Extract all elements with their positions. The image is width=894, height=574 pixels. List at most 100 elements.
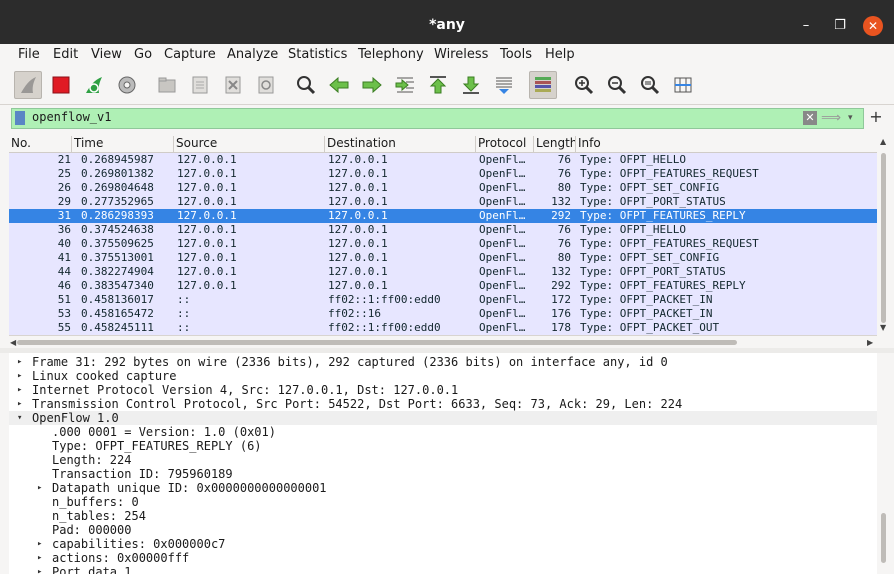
colorize-icon[interactable] xyxy=(529,71,557,99)
column-length[interactable]: Length xyxy=(533,136,576,152)
expand-arrow-icon[interactable]: ▸ xyxy=(17,383,22,397)
zoom-in-icon[interactable] xyxy=(570,71,598,99)
stop-capture-icon[interactable] xyxy=(47,71,75,99)
cell-dst: ff02::16 xyxy=(328,307,381,320)
packet-row[interactable]: 31 0.286298393 127.0.0.1 127.0.0.1 OpenFl… 29… xyxy=(9,209,877,223)
packet-list-hscroll[interactable]: ◀ ▶ xyxy=(9,335,877,349)
add-filter-button[interactable]: + xyxy=(869,107,883,126)
cell-dst: 127.0.0.1 xyxy=(328,279,388,292)
packet-list-vscroll[interactable]: ▲ ▼ xyxy=(877,135,890,335)
maximize-button[interactable]: ❐ xyxy=(830,16,850,36)
save-file-icon[interactable] xyxy=(186,71,214,99)
restart-capture-icon[interactable] xyxy=(80,71,108,99)
column-destination[interactable]: Destination xyxy=(324,136,476,152)
capture-options-icon[interactable] xyxy=(113,71,141,99)
reload-file-icon[interactable] xyxy=(252,71,280,99)
detail-item[interactable]: ▾ OpenFlow 1.0 xyxy=(9,411,877,425)
column-source[interactable]: Source xyxy=(173,136,325,152)
normal-size-icon[interactable] xyxy=(636,71,664,99)
cell-time: 0.458136017 xyxy=(81,293,154,306)
apply-filter-icon[interactable]: ⟹ xyxy=(821,111,845,125)
cell-dst: 127.0.0.1 xyxy=(328,251,388,264)
packet-row[interactable]: 55 0.458245111:: ff02::1:ff00:edd0 OpenFl… 1… xyxy=(9,321,877,335)
details-scroll-thumb[interactable] xyxy=(881,513,886,563)
expand-arrow-icon[interactable]: ▸ xyxy=(37,551,42,565)
menu-tools[interactable]: Tools xyxy=(500,47,532,62)
details-vscroll[interactable] xyxy=(877,353,890,574)
column-protocol[interactable]: Protocol xyxy=(475,136,532,152)
expand-arrow-icon[interactable]: ▸ xyxy=(37,565,42,574)
cell-proto: OpenFl… xyxy=(479,265,526,278)
menu-edit[interactable]: Edit xyxy=(53,47,78,62)
scroll-right-icon[interactable]: ▶ xyxy=(867,338,873,347)
clear-filter-icon[interactable]: ✕ xyxy=(803,111,817,125)
go-to-packet-icon[interactable] xyxy=(391,71,419,99)
detail-text: Internet Protocol Version 4, Src: 127.0.… xyxy=(32,383,459,397)
packet-details-tree[interactable]: ▸ Frame 31: 292 bytes on wire (2336 bits)… xyxy=(9,353,877,574)
expand-arrow-icon[interactable]: ▸ xyxy=(37,537,42,551)
packet-row[interactable]: 29 0.277352965 127.0.0.1 127.0.0.1 OpenFl… 13… xyxy=(9,195,877,209)
menu-wireless[interactable]: Wireless xyxy=(434,47,488,62)
packet-list[interactable]: No. Time Source Destination Protocol Len… xyxy=(9,135,877,335)
packet-row[interactable]: 41 0.375513001 127.0.0.1 127.0.0.1 OpenFl… 80… xyxy=(9,251,877,265)
packet-row[interactable]: 26 0.269804648 127.0.0.1 127.0.0.1 OpenFl… 80… xyxy=(9,181,877,195)
menu-help[interactable]: Help xyxy=(545,47,575,62)
expand-arrow-icon[interactable]: ▸ xyxy=(17,369,22,383)
last-packet-icon[interactable] xyxy=(457,71,485,99)
packet-row[interactable]: 53 0.458165472:: ff02::16 OpenFl… 176 Type: O… xyxy=(9,307,877,321)
close-button[interactable]: ✕ xyxy=(863,16,883,36)
scroll-up-icon[interactable]: ▲ xyxy=(880,137,886,146)
packet-row[interactable]: 36 0.374524638 127.0.0.1 127.0.0.1 OpenFl… 76… xyxy=(9,223,877,237)
first-packet-icon[interactable] xyxy=(424,71,452,99)
cell-dst: ff02::1:ff00:edd0 xyxy=(328,293,441,306)
packet-row[interactable]: 21 0.268945987 127.0.0.1 127.0.0.1 OpenFl… 76… xyxy=(9,153,877,167)
packet-row[interactable]: 44 0.382274904 127.0.0.1 127.0.0.1 OpenFl… 13… xyxy=(9,265,877,279)
filter-history-dropdown-icon[interactable]: ▾ xyxy=(848,111,860,125)
column-time[interactable]: Time xyxy=(71,136,174,152)
hscroll-thumb[interactable] xyxy=(17,340,737,345)
resize-columns-icon[interactable] xyxy=(669,71,697,99)
display-filter-input[interactable]: openflow_v1 ✕ ⟹ ▾ xyxy=(11,108,864,129)
cell-no: 41 xyxy=(57,251,71,264)
menu-statistics[interactable]: Statistics xyxy=(288,47,347,62)
cell-time: 0.375513001 xyxy=(81,251,154,264)
cell-dst: 127.0.0.1 xyxy=(328,167,388,180)
expand-arrow-icon[interactable]: ▸ xyxy=(17,355,22,369)
scroll-left-icon[interactable]: ◀ xyxy=(10,338,16,347)
zoom-out-icon[interactable] xyxy=(603,71,631,99)
autoscroll-icon[interactable] xyxy=(490,71,518,99)
menu-file[interactable]: File xyxy=(18,47,40,62)
menu-view[interactable]: View xyxy=(91,47,122,62)
collapse-arrow-icon[interactable]: ▾ xyxy=(17,411,22,425)
menu-telephony[interactable]: Telephony xyxy=(358,47,424,62)
menu-analyze[interactable]: Analyze xyxy=(227,47,278,62)
minimize-button[interactable]: – xyxy=(796,16,816,36)
detail-text: n_buffers: 0 xyxy=(52,495,139,509)
column-no[interactable]: No. xyxy=(9,136,31,152)
expand-arrow-icon[interactable]: ▸ xyxy=(37,481,42,495)
go-forward-icon[interactable] xyxy=(358,71,386,99)
cell-src: 127.0.0.1 xyxy=(177,195,237,208)
menu-capture[interactable]: Capture xyxy=(164,47,216,62)
go-back-icon[interactable] xyxy=(325,71,353,99)
cell-dst: 127.0.0.1 xyxy=(328,181,388,194)
open-file-icon[interactable] xyxy=(153,71,181,99)
shark-fin-icon[interactable] xyxy=(14,71,42,99)
find-packet-icon[interactable] xyxy=(292,71,320,99)
column-info[interactable]: Info xyxy=(575,136,877,152)
menu-go[interactable]: Go xyxy=(134,47,152,62)
packet-row[interactable]: 51 0.458136017:: ff02::1:ff00:edd0 OpenFl… 1… xyxy=(9,293,877,307)
detail-text: actions: 0x00000fff xyxy=(52,551,190,565)
cell-src: 127.0.0.1 xyxy=(177,223,237,236)
close-file-icon[interactable] xyxy=(219,71,247,99)
scroll-down-icon[interactable]: ▼ xyxy=(880,323,886,332)
scroll-thumb[interactable] xyxy=(881,153,886,323)
packet-row[interactable]: 25 0.269801382 127.0.0.1 127.0.0.1 OpenFl… 76… xyxy=(9,167,877,181)
window-title: *any xyxy=(429,17,465,33)
packet-row[interactable]: 40 0.375509625 127.0.0.1 127.0.0.1 OpenFl… 76… xyxy=(9,237,877,251)
bookmark-icon[interactable] xyxy=(15,111,25,125)
cell-info: Type: OFPT_FEATURES_REPLY xyxy=(580,279,746,292)
cell-info: Type: OFPT_PORT_STATUS xyxy=(580,265,726,278)
packet-row[interactable]: 46 0.383547340 127.0.0.1 127.0.0.1 OpenFl… 29… xyxy=(9,279,877,293)
expand-arrow-icon[interactable]: ▸ xyxy=(17,397,22,411)
